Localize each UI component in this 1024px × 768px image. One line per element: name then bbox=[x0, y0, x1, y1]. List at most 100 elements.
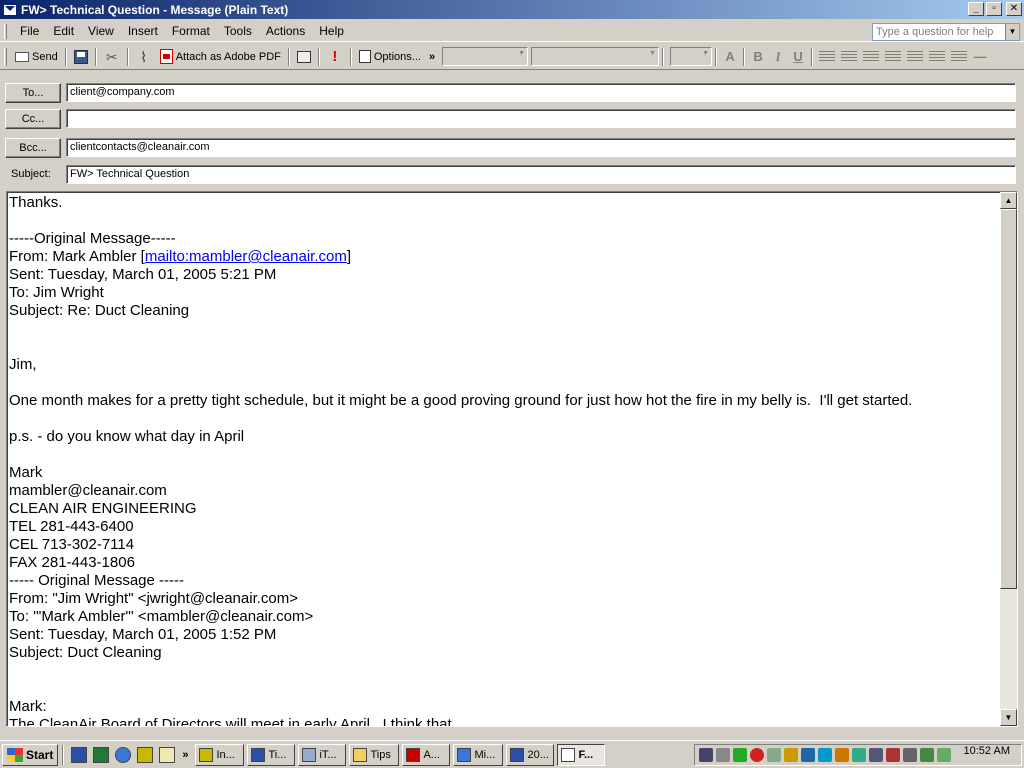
underline-icon[interactable]: U bbox=[788, 49, 808, 64]
align-center-icon[interactable] bbox=[841, 50, 858, 63]
window-title: FW> Technical Question - Message (Plain … bbox=[21, 2, 289, 17]
save-button[interactable] bbox=[70, 46, 92, 68]
tray-app-icon[interactable] bbox=[818, 748, 832, 762]
toolbar-separator bbox=[715, 47, 718, 66]
minimize-button[interactable]: _ bbox=[968, 2, 984, 16]
bullets-icon[interactable] bbox=[885, 50, 902, 63]
align-left-icon[interactable] bbox=[819, 50, 836, 63]
tray-app-icon[interactable] bbox=[869, 748, 883, 762]
menu-actions[interactable]: Actions bbox=[259, 22, 312, 40]
alert-icon[interactable] bbox=[750, 748, 764, 762]
menu-tools[interactable]: Tools bbox=[217, 22, 259, 40]
acrobat-icon bbox=[406, 747, 421, 762]
task-label: Ti... bbox=[268, 748, 287, 761]
title-bar: FW> Technical Question - Message (Plain … bbox=[0, 0, 1024, 19]
tray-app-icon[interactable] bbox=[903, 748, 917, 762]
vertical-scrollbar[interactable]: ▲ ▼ bbox=[1000, 192, 1017, 726]
style-combo[interactable] bbox=[442, 47, 529, 66]
toolbar-grip[interactable] bbox=[4, 47, 7, 66]
tray-app-icon[interactable] bbox=[835, 748, 849, 762]
scroll-thumb[interactable] bbox=[1000, 209, 1017, 589]
task-button-ti[interactable]: Ti... bbox=[247, 743, 296, 766]
horizontal-line-icon[interactable]: — bbox=[970, 49, 990, 64]
increase-indent-icon[interactable] bbox=[951, 50, 968, 63]
task-button-ie[interactable]: Mi... bbox=[453, 743, 504, 766]
word-quicklaunch-icon[interactable] bbox=[71, 746, 88, 763]
to-field[interactable]: client@company.com bbox=[66, 83, 1016, 102]
help-dropdown-icon[interactable]: ▼ bbox=[1005, 24, 1019, 40]
ie-quicklaunch-icon[interactable] bbox=[115, 746, 132, 763]
scroll-down-icon[interactable]: ▼ bbox=[1000, 709, 1017, 726]
to-button[interactable]: To... bbox=[5, 83, 61, 103]
message-body[interactable]: Thanks. -----Original Message----- From:… bbox=[6, 191, 1018, 727]
tray-app-icon[interactable] bbox=[852, 748, 866, 762]
options-button[interactable]: Options... bbox=[355, 46, 425, 68]
task-button-itunes[interactable]: iT... bbox=[298, 743, 347, 766]
menu-grip[interactable] bbox=[4, 23, 7, 39]
send-button[interactable]: Send bbox=[11, 46, 62, 68]
tray-app-icon[interactable] bbox=[937, 748, 951, 762]
menu-view[interactable]: View bbox=[81, 22, 121, 40]
task-button-inbox[interactable]: In... bbox=[195, 743, 245, 766]
message-body-text[interactable]: Thanks. -----Original Message----- From:… bbox=[9, 194, 999, 726]
outlook-icon bbox=[199, 747, 214, 762]
task-label: Tips bbox=[370, 748, 391, 761]
cc-button[interactable]: Cc... bbox=[5, 109, 61, 129]
itunes-icon bbox=[302, 747, 317, 762]
cc-row: Cc... bbox=[0, 107, 1024, 131]
tray-app-icon[interactable] bbox=[801, 748, 815, 762]
font-combo[interactable] bbox=[531, 47, 660, 66]
tray-app-icon[interactable] bbox=[920, 748, 934, 762]
decrease-indent-icon[interactable] bbox=[929, 50, 946, 63]
italic-icon[interactable]: I bbox=[768, 49, 788, 65]
attach-pdf-button[interactable]: Attach as Adobe PDF bbox=[156, 46, 285, 68]
app-quicklaunch-icon[interactable] bbox=[137, 746, 154, 763]
antivirus-icon[interactable] bbox=[733, 748, 747, 762]
menu-edit[interactable]: Edit bbox=[46, 22, 81, 40]
bold-icon[interactable]: B bbox=[748, 49, 768, 64]
tray-app-icon[interactable] bbox=[886, 748, 900, 762]
task-button-word-doc[interactable]: 20... bbox=[506, 743, 555, 766]
task-label: F... bbox=[578, 748, 594, 761]
menu-format[interactable]: Format bbox=[165, 22, 217, 40]
menu-file[interactable]: File bbox=[13, 22, 46, 40]
cut-button[interactable]: ✂ bbox=[100, 46, 124, 68]
bcc-button[interactable]: Bcc... bbox=[5, 138, 61, 158]
start-button[interactable]: Start bbox=[2, 743, 59, 766]
save-icon bbox=[73, 49, 88, 64]
task-label: Mi... bbox=[474, 748, 496, 761]
toolbar-separator bbox=[743, 47, 746, 66]
toolbar: Send ✂ ⌇ Attach as Adobe PDF ! Options..… bbox=[0, 44, 1024, 70]
menu-insert[interactable]: Insert bbox=[121, 22, 165, 40]
importance-button[interactable]: ! bbox=[323, 46, 347, 68]
tray-app-icon[interactable] bbox=[784, 748, 798, 762]
subject-field[interactable]: FW> Technical Question bbox=[66, 165, 1016, 184]
network-icon[interactable] bbox=[699, 748, 713, 762]
task-button-message[interactable]: F... bbox=[557, 743, 606, 766]
volume-icon[interactable] bbox=[716, 748, 730, 762]
exclamation-icon: ! bbox=[332, 47, 338, 65]
bcc-field[interactable]: clientcontacts@cleanair.com bbox=[66, 138, 1016, 157]
font-size-combo[interactable] bbox=[670, 47, 713, 66]
attach-file-button[interactable]: ⌇ bbox=[132, 46, 156, 68]
align-right-icon[interactable] bbox=[863, 50, 880, 63]
scroll-up-icon[interactable]: ▲ bbox=[1000, 192, 1017, 209]
quicklaunch-more[interactable]: » bbox=[182, 749, 188, 761]
task-button-tips[interactable]: Tips bbox=[349, 743, 400, 766]
toolbar-overflow-button[interactable]: » bbox=[425, 46, 439, 68]
tray-app-icon[interactable] bbox=[767, 748, 781, 762]
font-color-icon[interactable]: A bbox=[720, 49, 740, 64]
task-button-acrobat[interactable]: A... bbox=[402, 743, 451, 766]
excel-quicklaunch-icon[interactable] bbox=[93, 746, 110, 763]
menu-help[interactable]: Help bbox=[312, 22, 351, 40]
close-button[interactable]: ✕ bbox=[1006, 2, 1022, 16]
clock[interactable]: 10:52 AM bbox=[964, 745, 1010, 757]
mailto-link[interactable]: mailto:mambler@cleanair.com bbox=[145, 248, 347, 265]
attach-pdf-label: Attach as Adobe PDF bbox=[175, 50, 281, 63]
numbering-icon[interactable] bbox=[907, 50, 924, 63]
help-search-input[interactable]: Type a question for help ▼ bbox=[872, 23, 1020, 41]
notepad-quicklaunch-icon[interactable] bbox=[159, 746, 176, 763]
address-book-button[interactable] bbox=[293, 46, 315, 68]
cc-field[interactable] bbox=[66, 109, 1016, 128]
restore-button[interactable]: ▫ bbox=[986, 2, 1002, 16]
